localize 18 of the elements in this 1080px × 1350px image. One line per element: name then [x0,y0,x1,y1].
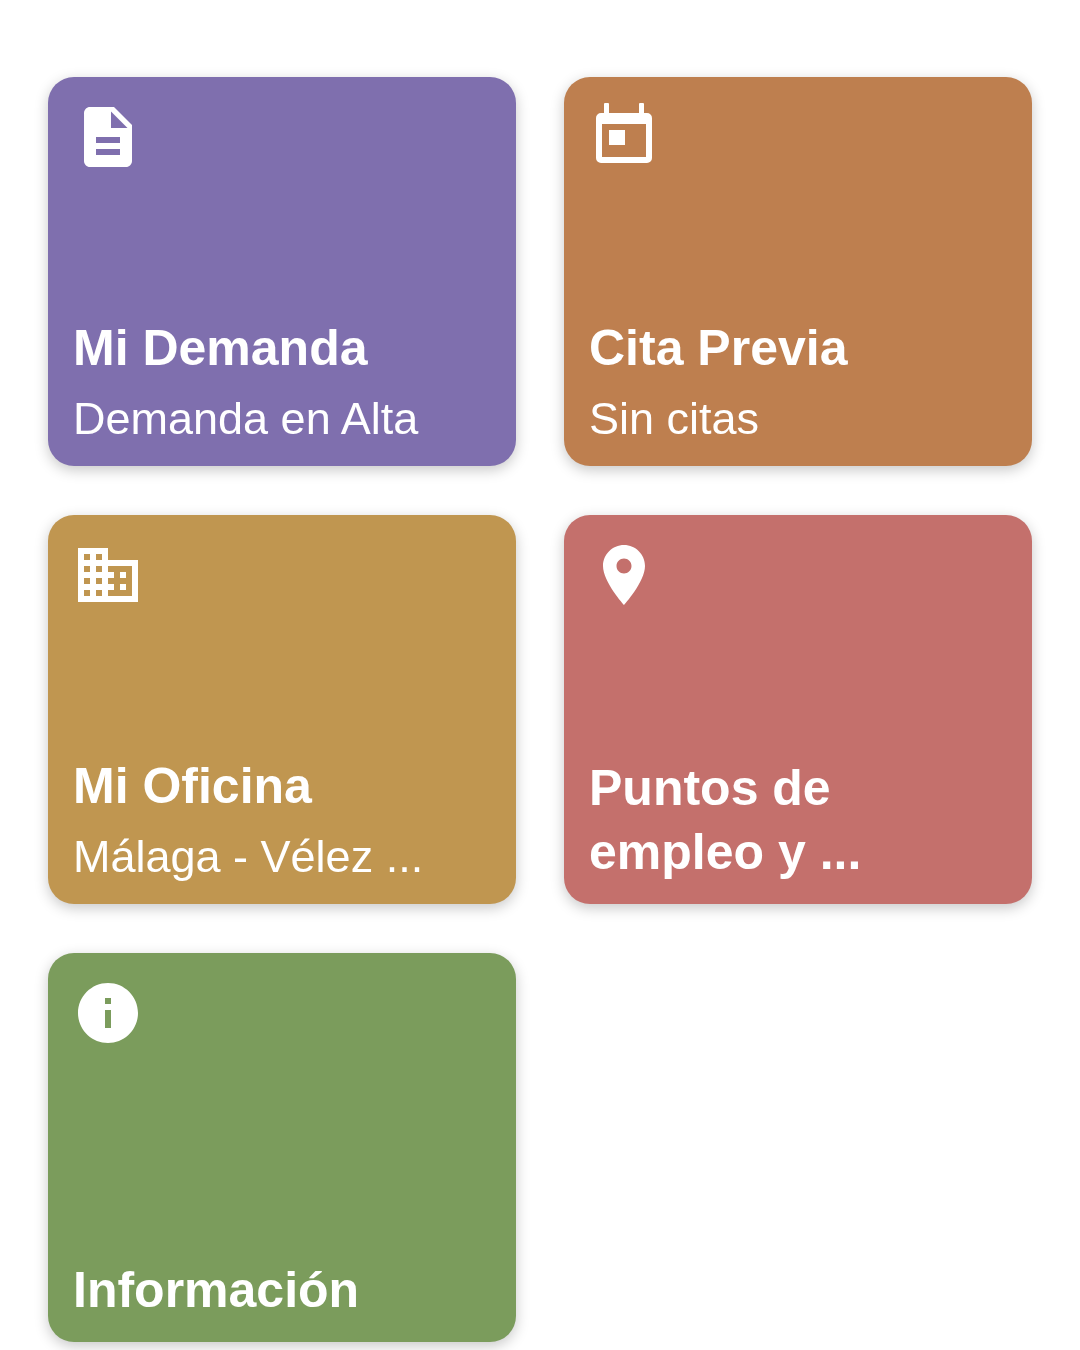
calendar-icon [596,103,652,163]
tile-subtitle: Málaga - Vélez ... [73,830,425,884]
menu-tile[interactable]: Puntos de empleo y ... [564,515,1032,904]
menu-tile[interactable]: Cita Previa Sin citas [564,77,1032,466]
tile-subtitle: Sin citas [589,392,761,446]
document-icon [84,107,132,167]
tile-title: Puntos de empleo y ... [589,759,863,882]
menu-tile[interactable]: Mi Oficina Málaga - Vélez ... [48,515,516,904]
tile-subtitle: Demanda en Alta [73,392,420,446]
building-icon [78,548,138,602]
tile-title: Mi Oficina [73,757,313,816]
tile-title: Mi Demanda [73,319,369,378]
menu-tile[interactable]: Mi Demanda Demanda en Alta [48,77,516,466]
tile-title: Cita Previa [589,319,849,378]
info-icon [78,983,138,1043]
location-pin-icon [603,545,645,605]
menu-tile[interactable]: Información [48,953,516,1342]
tile-title: Información [73,1261,361,1320]
